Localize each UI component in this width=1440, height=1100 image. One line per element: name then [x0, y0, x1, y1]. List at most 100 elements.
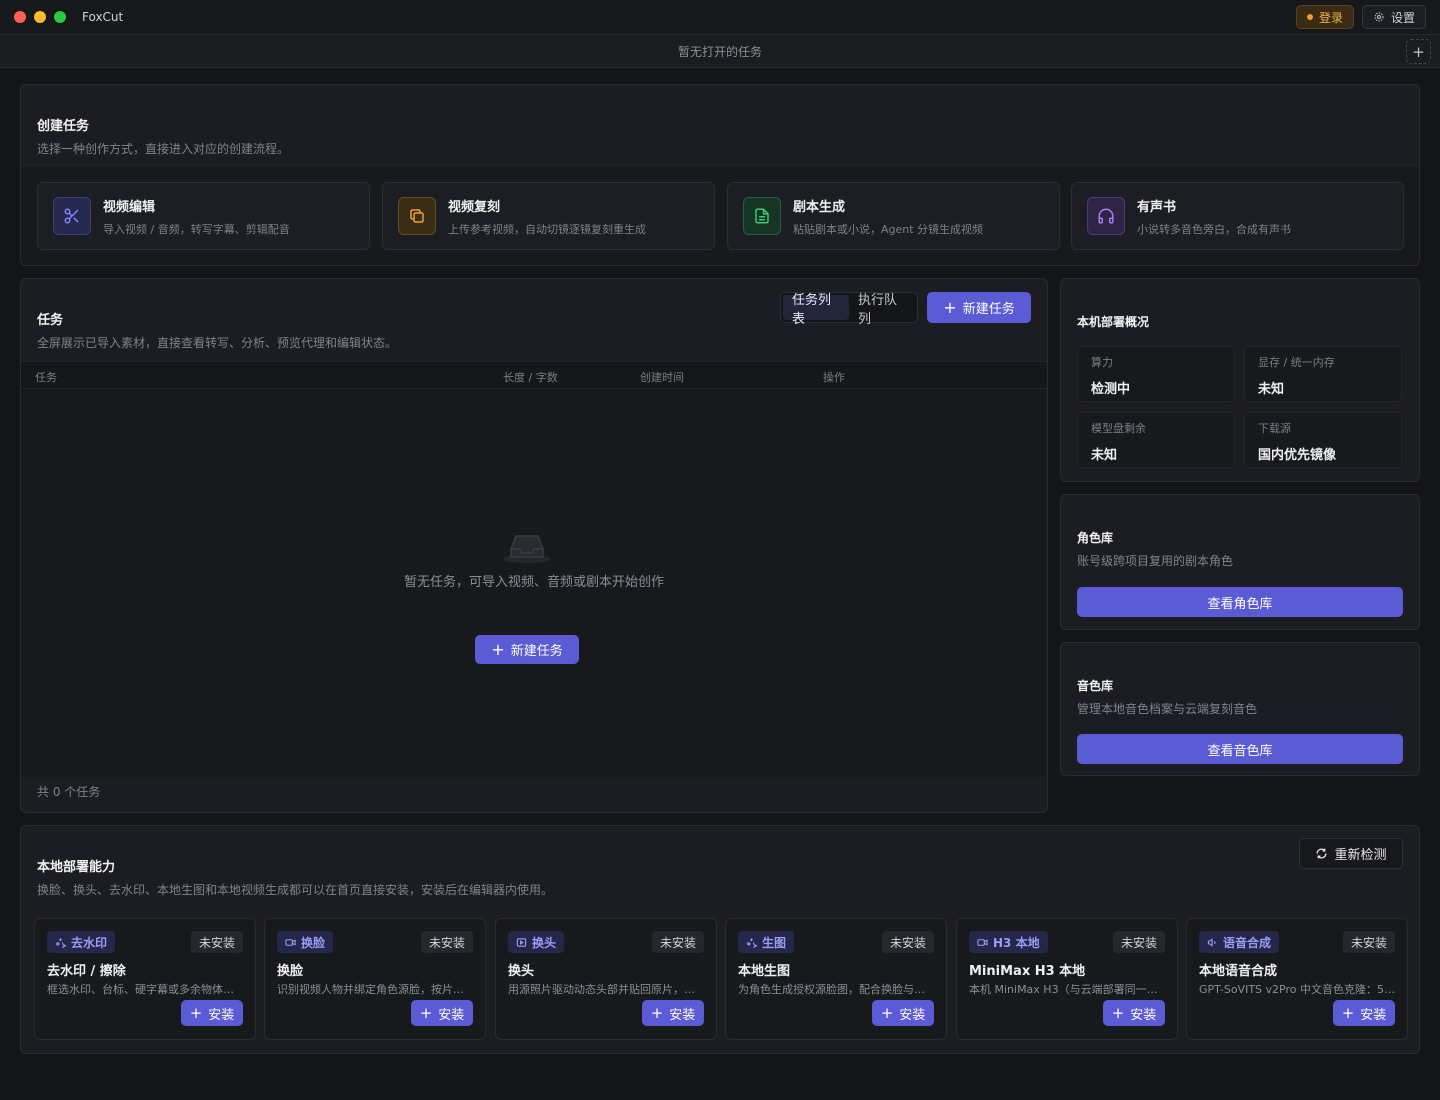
- role-library-subtitle: 账号级跨项目复用的剧本角色: [1077, 554, 1234, 568]
- capability-title: 本地语音合成: [1199, 964, 1278, 979]
- install-button[interactable]: + 安装: [872, 1000, 934, 1026]
- capability-card: H3 本地 未安装 MiniMax H3 本地 本机 MiniMax H3（与云端部署…: [956, 918, 1178, 1040]
- capability-badge-label: H3 本地: [993, 935, 1040, 950]
- stat-value: 国内优先镜像: [1258, 448, 1337, 463]
- create-card-desc: 粘贴剧本或小说，Agent 分镜生成视频: [793, 222, 984, 236]
- deploy-overview-panel: 本机部署概况 算力 检测中 显存 / 统一内存 未知 模型盘剩余 未知 下载源 …: [1060, 278, 1420, 482]
- login-button[interactable]: 登录: [1295, 5, 1354, 29]
- create-card-script-gen[interactable]: 剧本生成 粘贴剧本或小说，Agent 分镜生成视频: [727, 182, 1060, 250]
- title-bar: FoxCut 登录 设置: [0, 0, 1440, 34]
- close-window-button[interactable]: [14, 11, 26, 23]
- play-icon: [516, 937, 527, 948]
- install-button[interactable]: + 安装: [642, 1000, 704, 1026]
- install-label: 安装: [899, 1007, 926, 1023]
- install-label: 安装: [438, 1007, 465, 1023]
- capability-badge-label: 换头: [532, 935, 557, 950]
- new-task-button[interactable]: + 新建任务: [927, 292, 1031, 323]
- create-task-options: 视频编辑 导入视频 / 音频，转写字幕、剪辑配音 视频复刻 上传参考视频，自动切…: [21, 165, 1419, 265]
- capability-badge: H3 本地: [969, 931, 1048, 953]
- capability-desc: 本机 MiniMax H3（与云端部署同一套...: [969, 983, 1165, 996]
- create-card-title: 有声书: [1137, 199, 1177, 215]
- capability-title: 本地生图: [738, 964, 791, 979]
- empty-tasks-text: 暂无任务，可导入视频、音频或剧本开始创作: [403, 575, 664, 590]
- maximize-window-button[interactable]: [54, 11, 66, 23]
- status-dot-icon: [1306, 14, 1313, 20]
- recheck-button[interactable]: 重新检测: [1299, 838, 1403, 869]
- view-voice-library-button[interactable]: 查看音色库: [1077, 734, 1403, 764]
- status-badge: 未安装: [651, 931, 704, 953]
- headphones-icon: [1087, 197, 1125, 235]
- plus-icon: +: [1412, 42, 1425, 61]
- capability-card: 换头 未安装 换头 用源照片驱动动态头部并贴回原片，比... + 安装: [495, 918, 717, 1040]
- voice-library-title: 音色库: [1077, 679, 1114, 693]
- voice-library-panel: 音色库 管理本地音色档案与云端复刻音色 查看音色库: [1060, 642, 1420, 776]
- stat-value: 未知: [1258, 382, 1285, 397]
- tasks-count: 共 0 个任务: [37, 785, 101, 799]
- voice-library-subtitle: 管理本地音色档案与云端复刻音色: [1077, 702, 1258, 716]
- plus-icon: +: [880, 1004, 894, 1022]
- tab-task-list[interactable]: 任务列表: [783, 293, 849, 327]
- plus-icon: +: [650, 1004, 664, 1022]
- minimize-window-button[interactable]: [34, 11, 46, 23]
- status-badge: 未安装: [881, 931, 934, 953]
- plus-icon: +: [943, 298, 957, 317]
- gear-icon: [1373, 11, 1385, 23]
- column-task: 任务: [35, 371, 57, 384]
- add-tab-button[interactable]: +: [1406, 39, 1431, 64]
- status-badge: 未安装: [1342, 931, 1395, 953]
- sparkle-icon: [746, 937, 757, 948]
- install-button[interactable]: + 安装: [1333, 1000, 1395, 1026]
- app-name: FoxCut: [82, 10, 124, 24]
- install-button[interactable]: + 安装: [1103, 1000, 1165, 1026]
- tasks-empty-state: 暂无任务，可导入视频、音频或剧本开始创作 + 新建任务: [21, 389, 1047, 777]
- capability-badge-label: 生图: [762, 935, 787, 950]
- capability-card: 生图 未安装 本地生图 为角色生成授权源脸图，配合换脸与换... + 安装: [725, 918, 947, 1040]
- deploy-overview-title: 本机部署概况: [1077, 315, 1150, 329]
- inbox-icon: [502, 529, 552, 565]
- settings-label: 设置: [1390, 10, 1415, 25]
- video-icon: [977, 937, 988, 948]
- refresh-icon: [1315, 847, 1328, 860]
- view-role-library-button[interactable]: 查看角色库: [1077, 587, 1403, 617]
- local-capabilities-panel: 本地部署能力 换脸、换头、去水印、本地生图和本地视频生成都可以在首页直接安装，安…: [20, 825, 1420, 1054]
- install-button[interactable]: + 安装: [411, 1000, 473, 1026]
- create-card-title: 剧本生成: [793, 199, 846, 215]
- create-card-audiobook[interactable]: 有声书 小说转多音色旁白，合成有声书: [1071, 182, 1404, 250]
- stat-value: 检测中: [1091, 382, 1131, 397]
- role-library-panel: 角色库 账号级跨项目复用的剧本角色 查看角色库: [1060, 494, 1420, 630]
- window-controls: [14, 11, 66, 23]
- capability-badge-label: 换脸: [301, 935, 326, 950]
- create-card-video-remake[interactable]: 视频复刻 上传参考视频，自动切镜逐镜复刻重生成: [382, 182, 715, 250]
- scissors-icon: [53, 197, 91, 235]
- column-length: 长度 / 字数: [503, 371, 558, 384]
- stat-label: 模型盘剩余: [1091, 422, 1146, 435]
- speaker-icon: [1207, 937, 1218, 948]
- capability-badge: 换头: [508, 931, 565, 953]
- new-task-label: 新建任务: [962, 302, 1015, 317]
- capability-badge: 去水印: [47, 931, 116, 953]
- install-button[interactable]: + 安装: [181, 1000, 243, 1026]
- tasks-table-header: 任务 长度 / 字数 创建时间 操作: [21, 361, 1047, 389]
- create-card-video-edit[interactable]: 视频编辑 导入视频 / 音频，转写字幕、剪辑配音: [37, 182, 370, 250]
- stat-memory: 显存 / 统一内存 未知: [1244, 346, 1402, 402]
- capability-card: 换脸 未安装 换脸 识别视频人物并绑定角色源脸，按片段... + 安装: [264, 918, 486, 1040]
- create-card-title: 视频复刻: [448, 199, 501, 215]
- capabilities-title: 本地部署能力: [37, 860, 116, 875]
- capability-desc: GPT-SoVITS v2Pro 中文音色克隆：5 ...: [1199, 983, 1395, 996]
- tasks-subtitle: 全屏展示已导入素材，直接查看转写、分析、预览代理和编辑状态。: [37, 336, 398, 350]
- capability-badge: 换脸: [277, 931, 334, 953]
- capability-badge: 生图: [738, 931, 795, 953]
- stat-model-disk: 模型盘剩余 未知: [1077, 412, 1235, 468]
- capability-title: 换头: [508, 964, 535, 979]
- settings-button[interactable]: 设置: [1361, 5, 1426, 29]
- capability-card: 语音合成 未安装 本地语音合成 GPT-SoVITS v2Pro 中文音色克隆：5 .…: [1186, 918, 1408, 1040]
- capability-card: 去水印 未安装 去水印 / 擦除 框选水印、台标、硬字幕或多余物体，... + 安装: [34, 918, 256, 1040]
- tab-execution-queue[interactable]: 执行队列: [849, 293, 915, 327]
- column-actions: 操作: [823, 371, 845, 384]
- capability-title: 去水印 / 擦除: [47, 964, 126, 979]
- tasks-view-toggle: 任务列表 执行队列: [780, 292, 918, 327]
- plus-icon: +: [1111, 1004, 1125, 1022]
- empty-new-task-button[interactable]: + 新建任务: [475, 635, 579, 664]
- new-task-label: 新建任务: [510, 644, 563, 659]
- capability-desc: 识别视频人物并绑定角色源脸，按片段...: [277, 983, 473, 996]
